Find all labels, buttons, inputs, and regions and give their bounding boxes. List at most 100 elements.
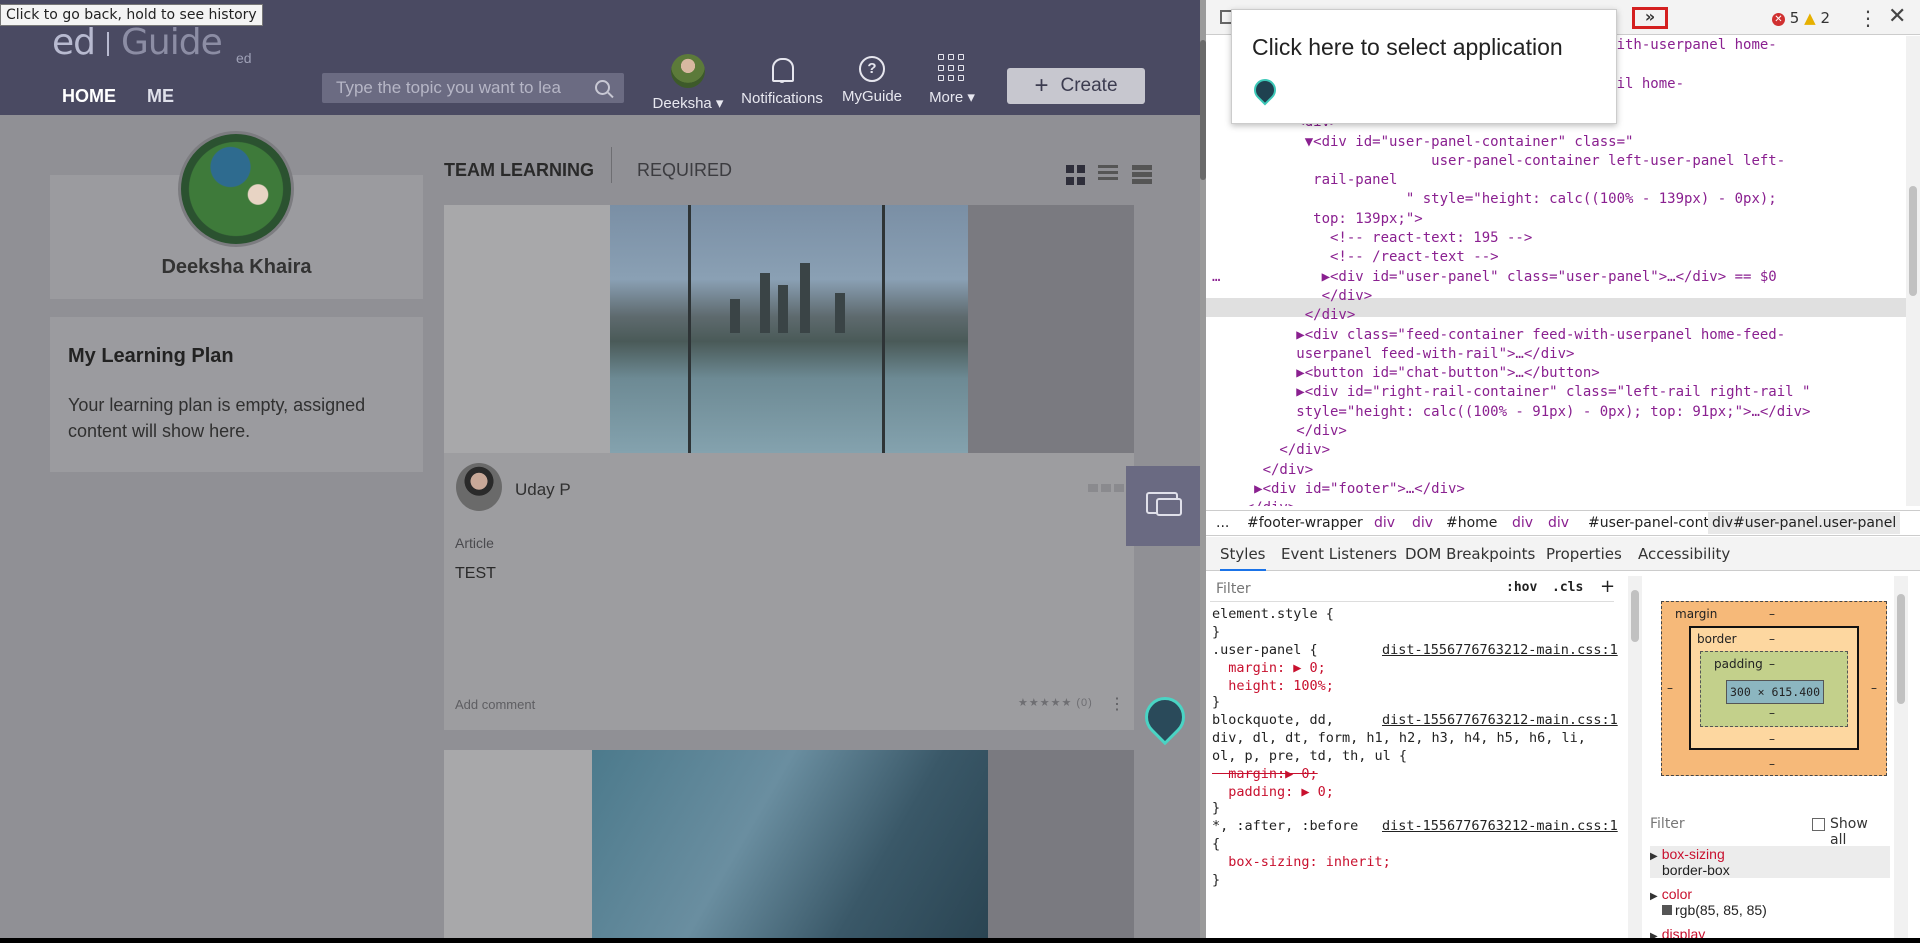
more-panels-button[interactable]: » xyxy=(1632,7,1668,29)
tab-team-learning[interactable]: TEAM LEARNING xyxy=(444,160,594,181)
styles-filter-input[interactable] xyxy=(1216,579,1496,599)
user-menu[interactable]: Deeksha ▾ xyxy=(648,54,728,112)
box-model-content[interactable]: 300 × 615.400 xyxy=(1726,680,1824,704)
dom-node-line[interactable]: <!-- /react-text --> xyxy=(1212,248,1499,267)
styles-scroll-thumb[interactable] xyxy=(1631,590,1639,642)
dom-node-line[interactable]: </div> xyxy=(1212,461,1314,480)
css-rule-line[interactable]: blockquote, dd, xyxy=(1212,712,1334,728)
computed-filter-input[interactable]: Filter xyxy=(1650,816,1685,832)
css-rule-line[interactable]: { xyxy=(1212,836,1220,852)
css-rule-line[interactable]: } xyxy=(1212,624,1220,640)
computed-scrollbar[interactable] xyxy=(1894,576,1908,938)
card-image-business[interactable] xyxy=(592,750,988,938)
myguide-pin-icon[interactable] xyxy=(1136,688,1194,746)
dom-node-line[interactable]: ▶<button id="chat-button">…</button> xyxy=(1212,364,1599,383)
computed-property[interactable]: ▶ box-sizing border-box xyxy=(1650,846,1890,878)
notifications-link[interactable]: Notifications xyxy=(740,54,824,107)
card-image-city[interactable] xyxy=(610,205,968,453)
card-more-icon[interactable]: ⋮ xyxy=(1109,694,1125,714)
hov-toggle[interactable]: :hov xyxy=(1506,580,1537,595)
css-source-link[interactable]: dist-1556776763212-main.css:1 xyxy=(1382,642,1618,658)
devtools-menu-icon[interactable]: ⋮ xyxy=(1858,6,1878,30)
css-rule-line[interactable]: height: 100%; xyxy=(1212,678,1334,694)
more-menu[interactable]: More ▾ xyxy=(920,54,984,106)
dom-node-line[interactable]: </div> xyxy=(1212,422,1347,441)
article-title[interactable]: TEST xyxy=(455,565,496,583)
nav-me[interactable]: ME xyxy=(147,86,174,107)
profile-avatar[interactable] xyxy=(178,131,294,247)
dom-node-line[interactable]: " style="height: calc((100% - 139px) - 0… xyxy=(1212,190,1777,209)
dom-node-line[interactable]: top: 139px;"> xyxy=(1212,210,1423,229)
search-input[interactable] xyxy=(336,77,586,99)
css-rule-line[interactable]: div, dl, dt, form, h1, h2, h3, h4, h5, h… xyxy=(1212,730,1586,746)
dom-node-line[interactable]: userpanel feed-with-rail">…</div> xyxy=(1212,345,1574,364)
dom-node-line[interactable]: ▶<div class="feed-container feed-with-us… xyxy=(1212,326,1785,345)
list-view-icon[interactable] xyxy=(1098,165,1118,185)
new-style-rule-button[interactable]: + xyxy=(1600,576,1615,597)
tab-event-listeners[interactable]: Event Listeners xyxy=(1281,545,1397,563)
css-rule-line[interactable]: element.style { xyxy=(1212,606,1334,622)
css-rule-line[interactable]: .user-panel { xyxy=(1212,642,1318,658)
css-rule-line[interactable]: margin:▶ 0; xyxy=(1212,766,1317,782)
css-source-link[interactable]: dist-1556776763212-main.css:1 xyxy=(1382,712,1618,728)
compact-view-icon[interactable] xyxy=(1132,165,1152,185)
computed-property[interactable]: ▶ display xyxy=(1650,926,1890,938)
css-rule-line[interactable]: *, :after, :before xyxy=(1212,818,1358,834)
show-all-checkbox[interactable] xyxy=(1812,818,1825,831)
tab-accessibility[interactable]: Accessibility xyxy=(1638,545,1730,563)
breadcrumb-item[interactable]: div xyxy=(1374,515,1395,531)
breadcrumb-item[interactable]: #home xyxy=(1446,515,1497,531)
dom-node-line[interactable]: ▶<div id="right-rail-container" class="l… xyxy=(1212,383,1810,402)
profile-name[interactable]: Deeksha Khaira xyxy=(50,256,423,279)
tab-dom-breakpoints[interactable]: DOM Breakpoints xyxy=(1405,545,1535,563)
app-logo[interactable]: ed Guide xyxy=(52,22,223,63)
tab-properties[interactable]: Properties xyxy=(1546,545,1622,563)
breadcrumb-current[interactable]: div#user-panel.user-panel xyxy=(1708,512,1901,534)
css-rule-line[interactable]: padding: ▶ 0; xyxy=(1212,784,1334,800)
styles-scrollbar[interactable] xyxy=(1628,576,1642,938)
create-button[interactable]: + Create xyxy=(1007,68,1145,104)
dom-node-line[interactable]: ▼<div id="user-panel-container" class=" xyxy=(1212,133,1634,152)
tab-styles[interactable]: Styles xyxy=(1220,545,1266,571)
breadcrumb-item[interactable]: div xyxy=(1548,515,1569,531)
dom-node-line[interactable]: … ▶<div id="user-panel" class="user-pane… xyxy=(1212,268,1777,287)
color-swatch[interactable] xyxy=(1662,905,1672,915)
add-comment-link[interactable]: Add comment xyxy=(455,697,535,712)
css-rule-line[interactable]: } xyxy=(1212,694,1220,710)
grid-view-icon[interactable] xyxy=(1066,165,1086,185)
dom-node-line[interactable]: </div> xyxy=(1212,441,1330,460)
css-rule-line[interactable]: box-sizing: inherit; xyxy=(1212,854,1391,870)
breadcrumb-item[interactable]: ... xyxy=(1216,515,1229,531)
dom-node-line[interactable]: </div> xyxy=(1212,306,1356,325)
css-rule-line[interactable]: ol, p, pre, td, th, ul { xyxy=(1212,748,1407,764)
breadcrumb-item[interactable]: div xyxy=(1412,515,1433,531)
dom-node-line[interactable]: <!-- react-text: 195 --> xyxy=(1212,229,1532,248)
author-avatar[interactable] xyxy=(456,463,502,511)
cls-toggle[interactable]: .cls xyxy=(1552,580,1583,595)
breadcrumb-item[interactable]: #footer-wrapper xyxy=(1247,515,1363,531)
author-name[interactable]: Uday P xyxy=(515,480,571,500)
dom-scroll-thumb[interactable] xyxy=(1909,186,1917,296)
tab-required[interactable]: REQUIRED xyxy=(637,160,732,181)
dom-node-line[interactable]: ▶<div id="footer">…</div> xyxy=(1212,480,1465,499)
css-source-link[interactable]: dist-1556776763212-main.css:1 xyxy=(1382,818,1618,834)
dom-node-line[interactable]: style="height: calc((100% - 91px) - 0px)… xyxy=(1212,403,1810,422)
console-counts[interactable]: ✕ 5 ▲ 2 xyxy=(1772,9,1830,27)
dom-node-line[interactable]: rail-panel xyxy=(1212,171,1397,190)
guide-pin-icon[interactable] xyxy=(1249,74,1281,106)
guide-tooltip[interactable]: Click here to select application xyxy=(1231,9,1617,124)
dom-node-line[interactable]: user-panel-container left-user-panel lef… xyxy=(1212,152,1785,171)
dom-scrollbar[interactable] xyxy=(1906,36,1920,506)
dom-node-line[interactable]: </div> xyxy=(1212,499,1297,506)
computed-scroll-thumb[interactable] xyxy=(1897,594,1905,704)
devtools-close-icon[interactable]: ✕ xyxy=(1888,4,1906,29)
chat-button[interactable] xyxy=(1126,466,1200,546)
breadcrumb-item[interactable]: div xyxy=(1512,515,1533,531)
rating-stars[interactable]: ★★★★★ (0) xyxy=(1018,696,1093,709)
computed-property[interactable]: ▶ color rgb(85, 85, 85) xyxy=(1650,886,1890,918)
search-icon[interactable] xyxy=(595,80,610,95)
css-rule-line[interactable]: } xyxy=(1212,800,1220,816)
myguide-link[interactable]: ? MyGuide xyxy=(834,54,910,105)
nav-home[interactable]: HOME xyxy=(62,86,116,107)
dom-node-line[interactable]: </div> xyxy=(1212,287,1373,306)
